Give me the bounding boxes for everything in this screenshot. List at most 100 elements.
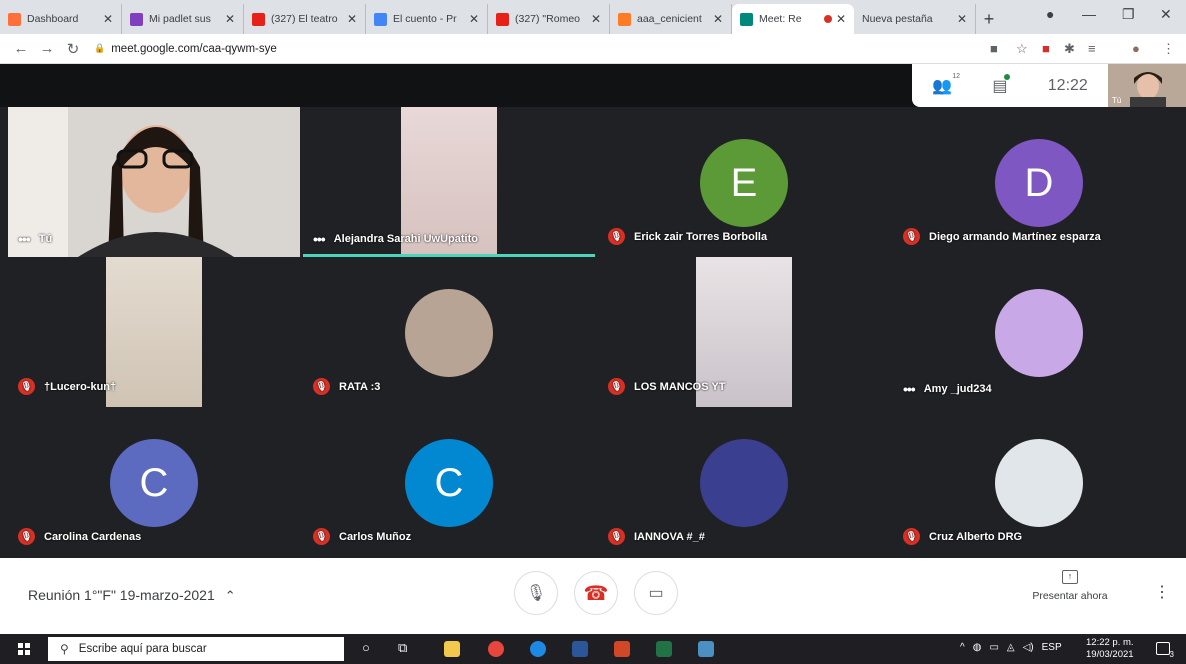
participants-icon[interactable]: 👥 12 [932, 73, 960, 96]
close-tab-icon[interactable]: ✕ [836, 12, 846, 26]
browser-tab[interactable]: Mi padlet sus ✕ [122, 4, 244, 34]
participant-tile[interactable]: E 🎙 Erick zair Torres Borbolla [598, 107, 890, 257]
camera-permission-icon[interactable]: ■ [990, 41, 998, 56]
browser-tab[interactable]: Dashboard ✕ [0, 4, 122, 34]
participant-name: Amy _jud234 [923, 383, 992, 395]
language-indicator[interactable]: ESP [1042, 642, 1062, 653]
close-tab-icon[interactable]: ✕ [591, 12, 601, 26]
notification-center-icon[interactable]: 3 [1156, 642, 1174, 659]
extensions-icon[interactable]: ✱ [1064, 41, 1075, 57]
participant-tile[interactable]: C 🎙 Carolina Cardenas [8, 407, 300, 557]
browser-tab-title: Nueva pestaña [862, 13, 933, 25]
reload-icon[interactable]: ↻ [60, 40, 86, 58]
bookmark-star-icon[interactable]: ☆ [1016, 41, 1028, 57]
back-icon[interactable]: ← [8, 40, 34, 57]
participant-tile[interactable]: 🎙 Cruz Alberto DRG [893, 407, 1185, 557]
camera-icon: ▭ [648, 585, 664, 602]
forward-icon[interactable]: → [34, 40, 60, 57]
taskbar-search-box[interactable]: ⚲ Escribe aquí para buscar [48, 637, 344, 661]
participant-tile[interactable]: 🎙 IANNOVA #_# [598, 407, 890, 557]
chat-icon[interactable]: ▤ [992, 73, 1011, 96]
camera-button[interactable]: ▭ [634, 571, 678, 615]
taskbar-date: 19/03/2021 [1086, 649, 1134, 660]
powerpoint-icon[interactable] [614, 641, 630, 657]
close-window-button[interactable]: ✕ [1160, 6, 1172, 23]
photos-icon[interactable] [698, 641, 714, 657]
user-avatar-icon[interactable]: ● [1132, 41, 1140, 56]
paper-camera-feed [106, 257, 202, 407]
participant-avatar-initial: C [110, 439, 198, 527]
browser-tab-title: Dashboard [27, 13, 79, 25]
browser-tab[interactable]: (327) El teatro ✕ [244, 4, 366, 34]
meeting-title: Reunión 1°"F" 19-marzo-2021 [28, 587, 215, 603]
mic-off-icon: 🎙 [18, 528, 35, 545]
mic-off-icon: 🎙 [608, 378, 625, 395]
participant-tile[interactable]: ••• Amy _jud234 [893, 257, 1185, 407]
browser-tab-title: (327) "Romeo [515, 13, 581, 25]
leave-call-button[interactable]: ☎ [574, 571, 618, 615]
present-now-button[interactable]: ↑ Presentar ahora [1022, 570, 1118, 602]
battery-icon[interactable]: ▭ [989, 642, 998, 653]
audio-activity-icon: ••• [18, 231, 31, 247]
participant-tile[interactable]: 🎙 LOS MANCOS YT [598, 257, 890, 407]
participant-tile[interactable]: ••• Tú [8, 107, 300, 257]
participant-avatar-photo [700, 439, 788, 527]
browser-tab[interactable]: El cuento - Pr ✕ [366, 4, 488, 34]
close-tab-icon[interactable]: ✕ [103, 12, 113, 26]
microphone-icon: 🎙 [525, 585, 547, 602]
pdf-extension-icon[interactable]: ■ [1042, 41, 1050, 56]
close-tab-icon[interactable]: ✕ [225, 12, 235, 26]
participant-name: LOS MANCOS YT [634, 380, 726, 393]
browser-tab[interactable]: Meet: Re ✕ [732, 4, 854, 34]
dashboard-favicon-icon [8, 12, 21, 26]
wifi-icon[interactable]: ◬ [1007, 642, 1015, 653]
browser-tab-title: aaa_cenicient [637, 13, 702, 25]
profile-icon[interactable]: ● [1046, 6, 1054, 22]
file-explorer-icon[interactable] [444, 641, 460, 657]
url-field[interactable]: 🔒 meet.google.com/caa-qywm-sye [94, 43, 277, 55]
media-control-icon[interactable]: ≡ [1088, 41, 1096, 56]
mic-off-icon: 🎙 [18, 378, 35, 395]
windows-start-icon[interactable] [18, 643, 30, 655]
browser-tab[interactable]: (327) "Romeo ✕ [488, 4, 610, 34]
more-options-icon[interactable]: ⋮ [1154, 582, 1170, 602]
new-tab-button[interactable]: + [976, 4, 1002, 34]
participant-tile[interactable]: 🎙 †Lucero-kun† [8, 257, 300, 407]
edge-icon[interactable] [530, 641, 546, 657]
participant-tile[interactable]: 🎙 RATA :3 [303, 257, 595, 407]
tray-expand-icon[interactable]: ^ [960, 642, 965, 653]
network-icon[interactable]: ◍ [973, 642, 982, 653]
taskbar-time: 12:22 p. m. [1086, 637, 1134, 648]
word-icon[interactable] [572, 641, 588, 657]
task-view-icon[interactable]: ⧉ [398, 640, 407, 656]
chrome-icon[interactable] [488, 641, 504, 657]
volume-icon[interactable]: ◁) [1023, 642, 1034, 653]
youtube-favicon-icon [252, 12, 265, 26]
close-tab-icon[interactable]: ✕ [957, 12, 967, 26]
close-tab-icon[interactable]: ✕ [347, 12, 357, 26]
taskbar-clock[interactable]: 12:22 p. m. 19/03/2021 [1086, 637, 1134, 661]
self-preview-tile[interactable]: Tú [1108, 64, 1186, 107]
participant-name: IANNOVA #_# [634, 530, 705, 543]
meet-favicon-icon [740, 12, 753, 26]
close-tab-icon[interactable]: ✕ [469, 12, 479, 26]
browser-tab[interactable]: aaa_cenicient ✕ [610, 4, 732, 34]
excel-icon[interactable] [656, 641, 672, 657]
minimize-button[interactable]: — [1082, 6, 1096, 22]
participant-tile[interactable]: ••• Alejandra Sarahi UwUpatito [303, 107, 595, 257]
close-tab-icon[interactable]: ✕ [713, 12, 723, 26]
chevron-up-icon: ⌃ [224, 588, 236, 603]
browser-tab[interactable]: Nueva pestaña ✕ [854, 4, 976, 34]
padlet-favicon-icon [130, 12, 143, 26]
restore-button[interactable]: ❐ [1122, 6, 1135, 23]
meeting-details-toggle[interactable]: Reunión 1°"F" 19-marzo-2021 ⌃ [28, 587, 236, 604]
participant-name-bar: 🎙 Carlos Muñoz [313, 528, 411, 545]
url-text: meet.google.com/caa-qywm-sye [111, 42, 277, 55]
participant-tile[interactable]: C 🎙 Carlos Muñoz [303, 407, 595, 557]
participant-tile[interactable]: D 🎙 Diego armando Martínez esparza [893, 107, 1185, 257]
browser-menu-icon[interactable]: ⋮ [1162, 41, 1175, 57]
participant-avatar-initial: D [995, 139, 1083, 227]
microphone-button[interactable]: 🎙 [514, 571, 558, 615]
participant-name: Erick zair Torres Borbolla [634, 230, 768, 243]
cortana-icon[interactable]: ○ [362, 640, 370, 655]
